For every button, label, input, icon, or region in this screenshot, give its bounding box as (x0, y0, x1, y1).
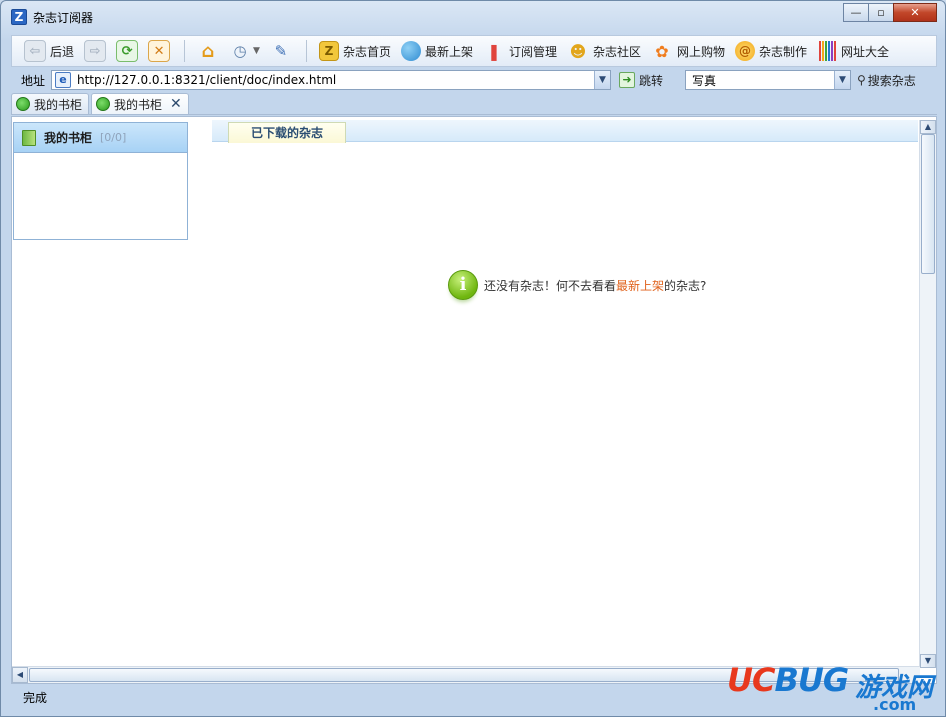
address-bar-row: 地址 e http://127.0.0.1:8321/client/doc/in… (11, 69, 937, 91)
search-label: 搜索杂志 (867, 73, 916, 88)
bookshelf-title: 我的书柜 (44, 131, 93, 145)
toolbar-item-shopping[interactable]: ✿ 网上购物 (647, 38, 729, 64)
status-text: 完成 (23, 690, 48, 705)
arrow-right-icon: ⇨ (84, 40, 107, 62)
bookshelf-header[interactable]: 我的书柜 [0/0] (14, 123, 187, 153)
search-icon: ⚲ (857, 73, 866, 87)
info-icon: i (448, 270, 478, 300)
address-input[interactable]: e http://127.0.0.1:8321/client/doc/index… (51, 70, 611, 90)
vertical-scroll-thumb[interactable] (921, 134, 935, 274)
edit-button[interactable]: ✎ (266, 38, 296, 64)
app-logo-icon: Z (11, 9, 27, 25)
maximize-icon: ▫ (877, 6, 885, 19)
maximize-button[interactable]: ▫ (868, 3, 894, 22)
book-icon (22, 129, 36, 146)
chevron-down-icon[interactable]: ▼ (834, 71, 850, 89)
title-bar: Z 杂志订阅器 — ▫ ✕ (1, 1, 945, 31)
empty-state: i 还没有杂志！何不去看看最新上架的杂志? (448, 270, 706, 300)
toolbar-divider (305, 40, 307, 62)
globe-icon (400, 41, 421, 61)
tab-page-icon (96, 97, 111, 111)
address-label: 地址 (21, 73, 46, 88)
app-window: Z 杂志订阅器 — ▫ ✕ ⇦ 后退 ⇨ ⟳ ✕ ⌂ ◷ ▼ ✎ Z 杂志首页 … (0, 0, 946, 717)
people-icon: ☻ (569, 41, 587, 61)
tab-downloaded-magazines[interactable]: 已下载的杂志 (228, 122, 346, 143)
vertical-scrollbar[interactable]: ▲ ▼ (919, 120, 936, 668)
bars-icon (817, 41, 837, 61)
toolbar-item-make[interactable]: @ 杂志制作 (731, 38, 811, 64)
window-controls: — ▫ ✕ (843, 3, 937, 22)
minimize-button[interactable]: — (843, 3, 869, 22)
content-area: 我的书柜 [0/0] 已下载的杂志 i 还没有杂志！何不去看看最新上架的杂志? … (11, 116, 937, 684)
empty-message-end: 的杂志? (664, 278, 707, 293)
address-url: http://127.0.0.1:8321/client/doc/index.h… (77, 73, 337, 87)
go-label: 跳转 (639, 73, 664, 88)
back-label: 后退 (50, 44, 75, 59)
shopping-icon: ✿ (655, 41, 669, 61)
tab-bookshelf-1[interactable]: 我的书柜 (11, 93, 90, 114)
back-button[interactable]: ⇦ 后退 (20, 38, 78, 64)
toolbar-item-label: 杂志社区 (592, 44, 641, 59)
toolbar-divider (184, 40, 186, 62)
stop-icon: ✕ (148, 40, 171, 62)
minimize-icon: — (850, 6, 862, 19)
scroll-up-icon[interactable]: ▲ (920, 120, 936, 134)
stop-button[interactable]: ✕ (144, 38, 174, 64)
go-arrow-icon: ➜ (619, 72, 635, 88)
chevron-down-icon: ▼ (253, 46, 260, 56)
toolbar-item-community[interactable]: ☻ 杂志社区 (563, 38, 645, 64)
forward-button[interactable]: ⇨ (80, 38, 110, 64)
page-icon: e (55, 72, 71, 88)
window-title: 杂志订阅器 (33, 11, 94, 25)
history-icon: ◷ (233, 42, 247, 60)
toolbar-item-directory[interactable]: 网址大全 (813, 38, 893, 64)
tab-label: 我的书柜 (114, 97, 163, 112)
close-tab-icon[interactable]: ✕ (170, 96, 182, 112)
refresh-button[interactable]: ⟳ (112, 38, 142, 64)
toolbar-item-new-arrivals[interactable]: 最新上架 (397, 38, 477, 64)
subtab-bar: 已下载的杂志 (212, 120, 918, 143)
go-button[interactable]: ➜ 跳转 (619, 72, 681, 89)
empty-message-start: 还没有杂志！何不去看看 (484, 278, 617, 293)
toolbar-item-subscriptions[interactable]: ❚ 订阅管理 (479, 38, 561, 64)
edit-icon: ✎ (274, 42, 288, 60)
new-arrivals-link[interactable]: 最新上架 (616, 279, 664, 293)
toolbar-item-label: 杂志制作 (759, 44, 808, 59)
tab-label: 我的书柜 (34, 97, 83, 112)
bookmark-icon: ❚ (487, 41, 501, 61)
toolbar-item-label: 网址大全 (841, 44, 890, 59)
search-value: 写真 (692, 73, 717, 88)
search-button[interactable]: ⚲ 搜索杂志 (857, 72, 916, 89)
toolbar-item-label: 杂志首页 (342, 44, 391, 59)
close-button[interactable]: ✕ (893, 3, 937, 22)
bookshelf-panel: 我的书柜 [0/0] (13, 122, 188, 240)
history-button[interactable]: ◷ ▼ (225, 38, 264, 64)
watermark-domain: .com (873, 695, 917, 714)
scroll-left-icon[interactable]: ◀ (12, 667, 28, 683)
home-icon: ⌂ (201, 40, 215, 62)
toolbar-item-magazine-home[interactable]: Z 杂志首页 (315, 38, 395, 64)
chevron-down-icon[interactable]: ▼ (594, 71, 610, 89)
magazine-home-icon: Z (318, 41, 339, 61)
watermark-brand: UCBUG (727, 661, 849, 699)
empty-message: 还没有杂志！何不去看看最新上架的杂志? (484, 277, 706, 294)
swirl-icon: @ (735, 41, 756, 61)
toolbar-item-label: 网上购物 (677, 44, 726, 59)
watermark-logo: UCBUG 游戏网 .com (727, 661, 937, 715)
tab-bookshelf-2[interactable]: 我的书柜 ✕ (91, 93, 189, 114)
tab-page-icon (16, 97, 30, 111)
main-toolbar: ⇦ 后退 ⇨ ⟳ ✕ ⌂ ◷ ▼ ✎ Z 杂志首页 最新上架 ❚ 订阅管理 ☻ … (11, 35, 937, 67)
arrow-left-icon: ⇦ (24, 40, 46, 62)
tab-strip: 我的书柜 我的书柜 ✕ (11, 93, 937, 115)
home-button[interactable]: ⌂ (193, 38, 223, 64)
toolbar-item-label: 订阅管理 (508, 44, 557, 59)
close-icon: ✕ (910, 6, 920, 19)
search-input[interactable]: 写真 ▼ (685, 70, 851, 90)
refresh-icon: ⟳ (116, 40, 139, 62)
toolbar-item-label: 最新上架 (424, 44, 473, 59)
bookshelf-count: [0/0] (100, 131, 127, 144)
